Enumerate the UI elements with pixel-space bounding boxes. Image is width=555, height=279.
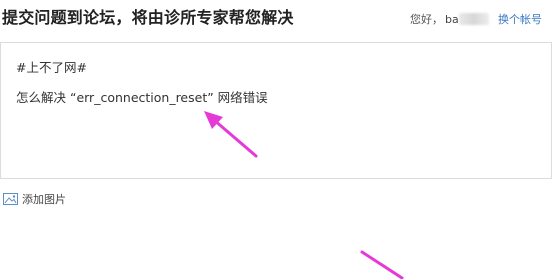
question-editor[interactable]: #上不了网# 怎么解决 “err_connection_reset” 网络错误	[0, 42, 552, 179]
user-greeting: 您好， ba	[410, 11, 489, 27]
switch-account-link[interactable]: 换个帐号	[498, 11, 542, 27]
annotation-arrow-lower	[360, 250, 404, 279]
annotation-arrow-upper	[204, 111, 258, 158]
page-title: 提交问题到论坛，将由诊所专家帮您解决	[2, 8, 294, 27]
add-image-button[interactable]: 添加图片	[3, 191, 66, 207]
username: ba	[445, 13, 459, 26]
forum-question-page: 提交问题到论坛，将由诊所专家帮您解决 您好， ba 换个帐号 #上不了网# 怎么解…	[0, 0, 555, 279]
blurred-username	[458, 13, 489, 25]
image-icon	[3, 193, 18, 205]
editor-content: #上不了网# 怎么解决 “err_connection_reset” 网络错误	[16, 55, 268, 111]
add-image-label: 添加图片	[22, 193, 66, 206]
header: 提交问题到论坛，将由诊所专家帮您解决 您好， ba 换个帐号	[0, 0, 555, 34]
greeting-text: 您好，	[410, 13, 443, 26]
editor-line-topic: #上不了网#	[16, 60, 87, 75]
